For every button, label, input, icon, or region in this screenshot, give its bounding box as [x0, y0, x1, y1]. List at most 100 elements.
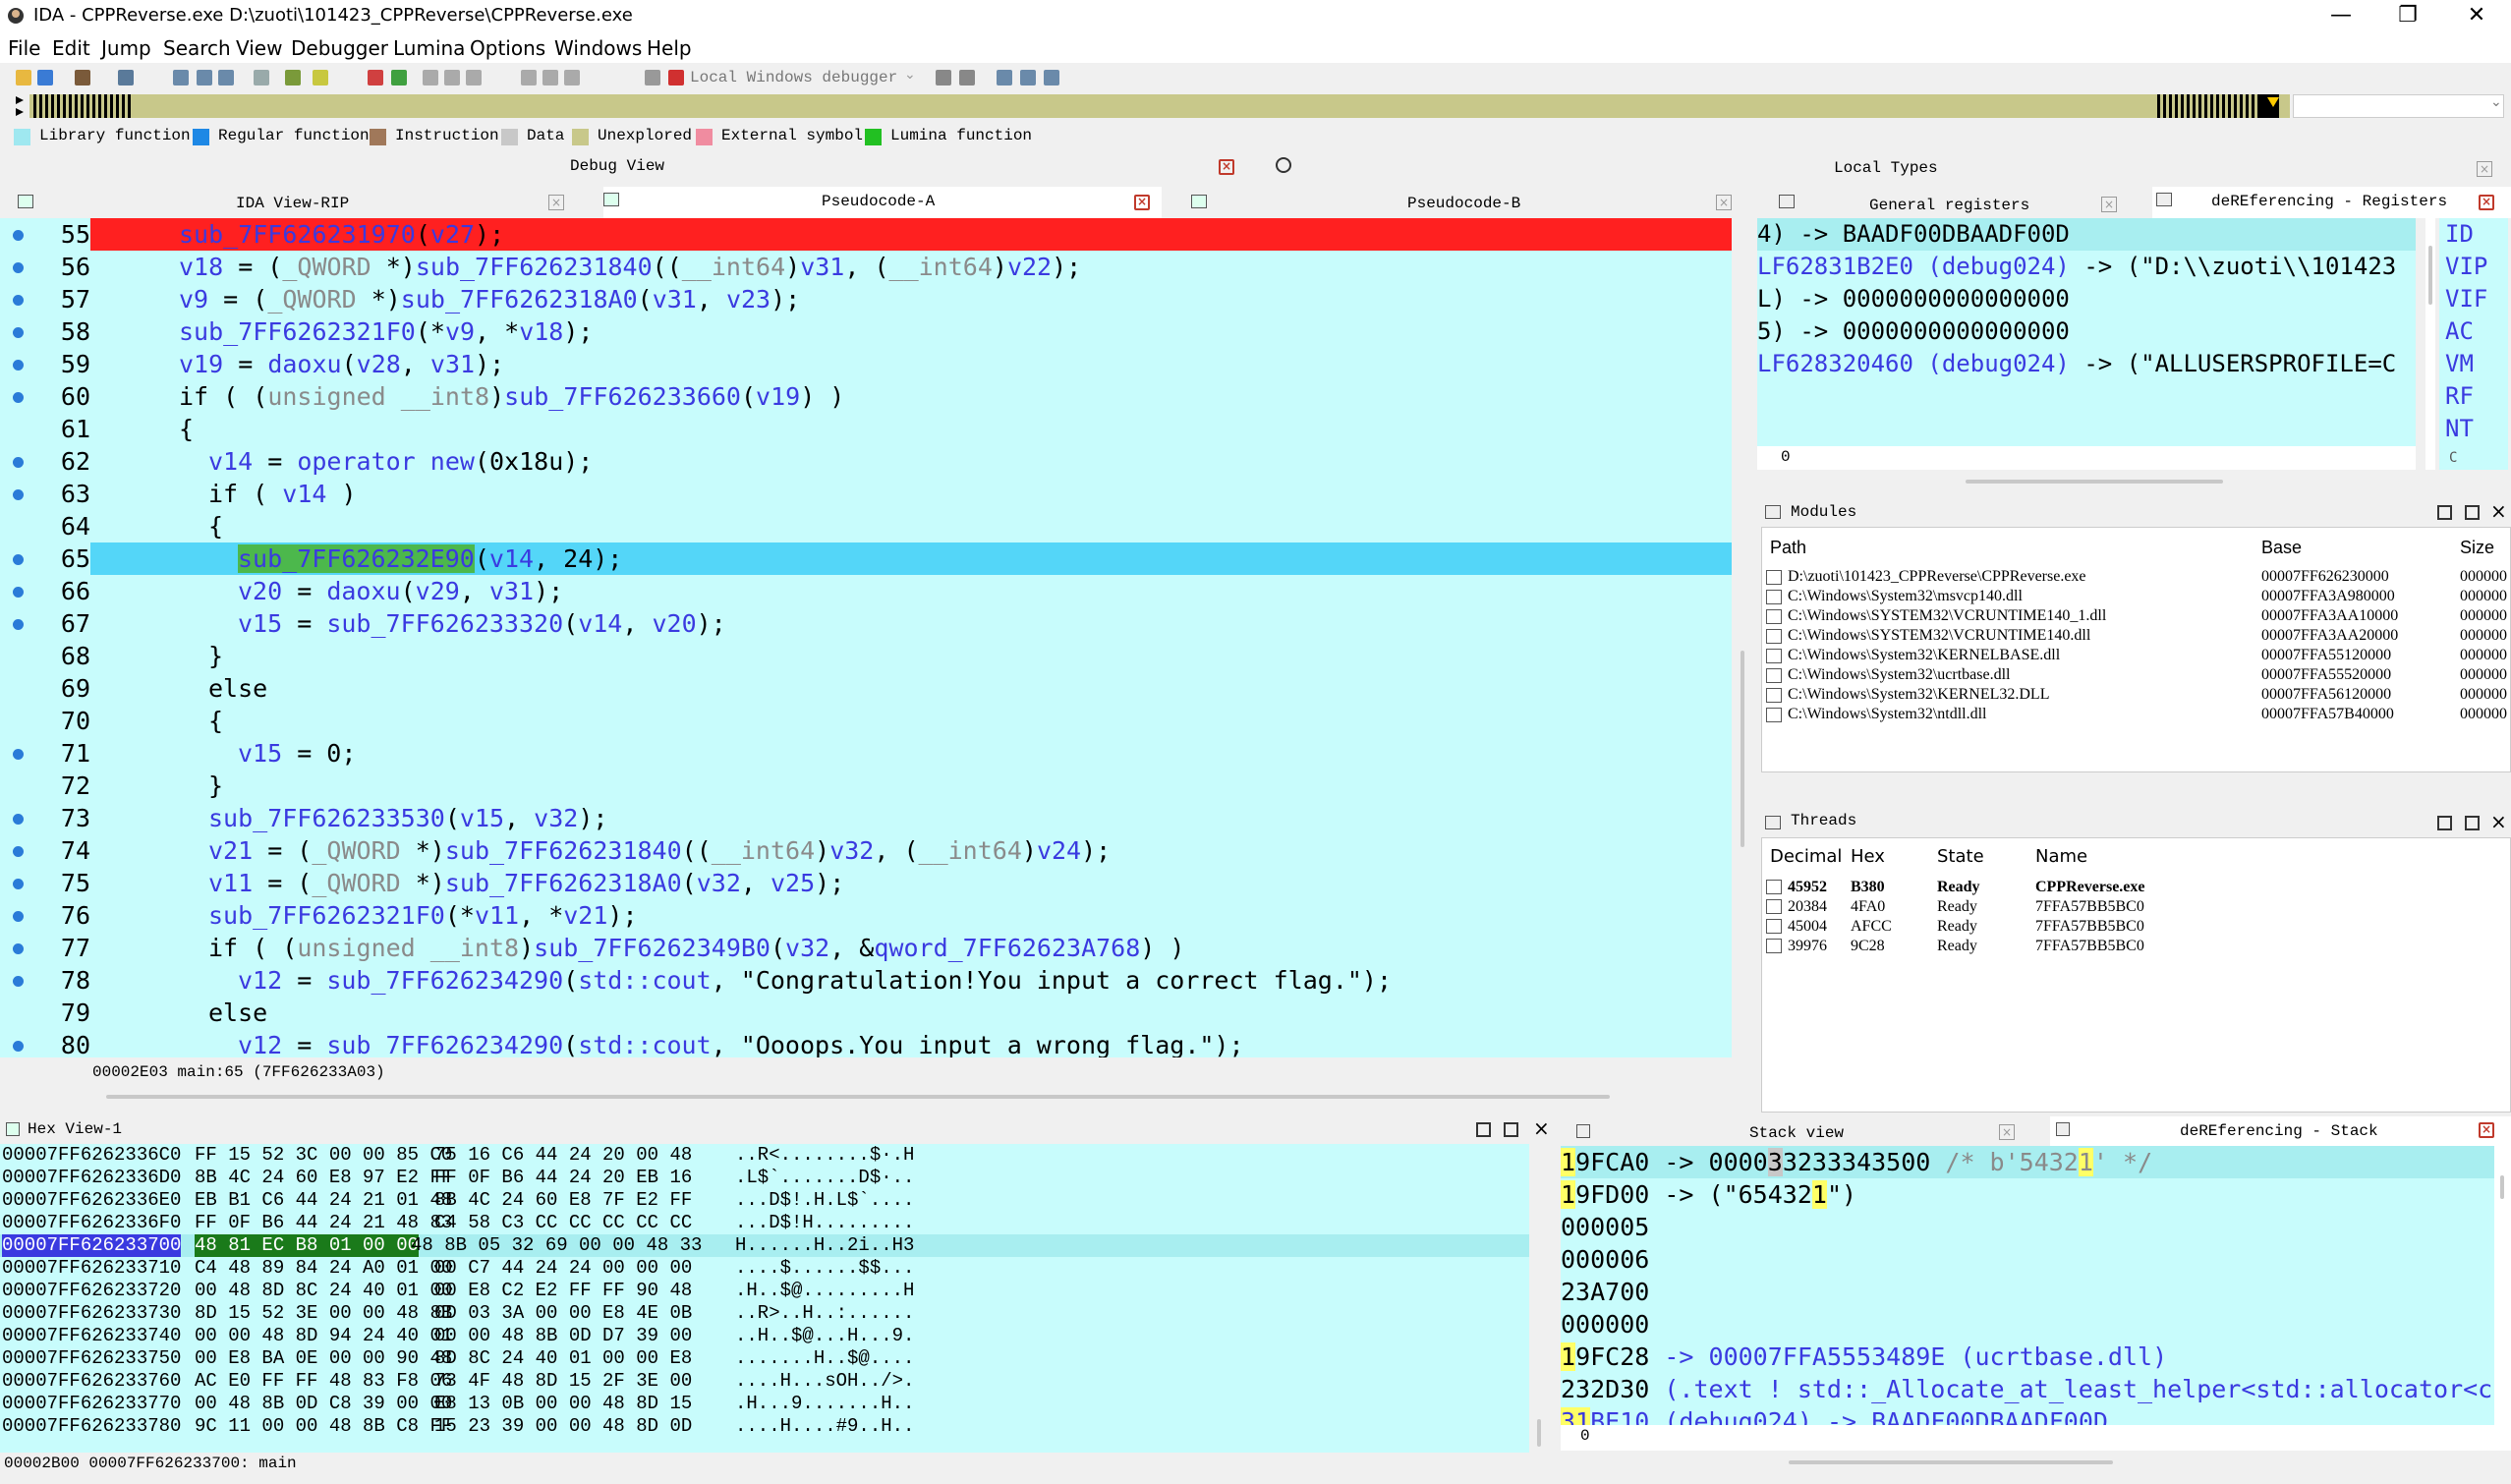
register-flag[interactable]: ID — [2445, 220, 2474, 248]
close-window-button[interactable]: ✕ — [2445, 0, 2508, 33]
stack-hscroll[interactable] — [1789, 1460, 2113, 1464]
names-icon[interactable] — [313, 70, 328, 86]
register-line[interactable]: 4) -> BAADF00DBAADF00D — [1757, 218, 2416, 251]
module-row[interactable]: C:\Windows\System32\KERNEL32.DLL 00007FFA… — [1766, 685, 2510, 705]
menu-debugger[interactable]: Debugger — [291, 36, 388, 60]
nav-band-select[interactable] — [2293, 94, 2504, 118]
breakpoint-dot[interactable] — [13, 587, 24, 598]
stack-line[interactable]: 000006 — [1561, 1243, 2494, 1276]
maximize-button[interactable]: ❐ — [2376, 0, 2439, 33]
code-line[interactable]: 62 v14 = operator new(0x18u); — [0, 445, 1732, 478]
text-search-icon[interactable] — [197, 70, 212, 86]
code-line[interactable]: 64 { — [0, 510, 1732, 542]
register-flag[interactable]: VM — [2445, 350, 2474, 377]
code-line[interactable]: 61 { — [0, 413, 1732, 445]
patch-icon[interactable] — [564, 70, 580, 86]
hex-row[interactable]: 00007FF6262336F0 FF 0F B6 44 24 21 48 83 C… — [0, 1212, 1529, 1234]
lumina-icon[interactable] — [391, 70, 407, 86]
struct-icon[interactable] — [466, 70, 482, 86]
register-flag[interactable]: RF — [2445, 382, 2474, 410]
breakpoint-dot[interactable] — [13, 943, 24, 954]
breakpoint-dot[interactable] — [13, 976, 24, 987]
close-icon[interactable]: × — [2479, 1122, 2494, 1138]
array-icon[interactable] — [521, 70, 537, 86]
nav-band-bar[interactable] — [29, 94, 2290, 118]
module-row[interactable]: C:\Windows\System32\msvcp140.dll 00007FFA… — [1766, 587, 2510, 606]
scroll-thumb[interactable] — [1537, 1419, 1541, 1447]
tab-stack-view[interactable]: Stack view — [1749, 1124, 1844, 1142]
stack-line[interactable]: 23A700 — [1561, 1276, 2494, 1308]
breakpoint-dot[interactable] — [13, 230, 24, 241]
hex-row[interactable]: 00007FF6262336E0 EB B1 C6 44 24 21 01 48 8… — [0, 1189, 1529, 1212]
tab-pseudocode-a[interactable]: Pseudocode-A — [822, 193, 935, 210]
breakpoint-dot[interactable] — [13, 814, 24, 825]
save-icon[interactable] — [37, 70, 53, 86]
restore-pane-icon[interactable] — [1504, 1122, 1518, 1137]
forward-icon[interactable] — [118, 70, 134, 86]
breakpoint-dot[interactable] — [13, 554, 24, 565]
code-line[interactable]: 59 v19 = daoxu(v28, v31); — [0, 348, 1732, 380]
code-line[interactable]: 70 { — [0, 705, 1732, 737]
graph-icon[interactable] — [254, 70, 269, 86]
hex-row[interactable]: 00007FF6262336C0 FF 15 52 3C 00 00 85 C0 7… — [0, 1144, 1529, 1167]
breakpoint-dot[interactable] — [13, 879, 24, 889]
close-icon[interactable]: × — [1533, 1116, 1550, 1140]
module-row[interactable]: C:\Windows\System32\ntdll.dll 00007FFA57B… — [1766, 705, 2510, 724]
code-line[interactable]: 78 v12 = sub_7FF626234290(std::cout, "Con… — [0, 964, 1732, 997]
hex-row[interactable]: 00007FF626233750 00 E8 BA 0E 00 00 90 48 8… — [0, 1347, 1529, 1370]
register-line[interactable]: L) -> 0000000000000000 — [1757, 283, 2416, 315]
jump-icon[interactable] — [285, 70, 301, 86]
stack-line[interactable]: 000000 — [1561, 1308, 2494, 1341]
reg-hscroll[interactable] — [1966, 480, 2223, 484]
stack-line[interactable]: 232D30 (.text ! std::_Allocate_at_least_… — [1561, 1373, 2494, 1405]
pause-icon[interactable] — [645, 70, 660, 86]
scroll-thumb[interactable] — [2428, 246, 2432, 305]
register-line[interactable]: 5) -> 0000000000000000 — [1757, 315, 2416, 348]
code-line[interactable]: 75 v11 = (_QWORD *)sub_7FF6262318A0(v32, … — [0, 867, 1732, 899]
module-row[interactable]: C:\Windows\System32\ucrtbase.dll 00007FFA… — [1766, 665, 2510, 685]
code-line[interactable]: 55 sub_7FF626231970(v27); — [0, 218, 1732, 251]
list-icon[interactable] — [1020, 70, 1036, 86]
hex-row[interactable]: 00007FF626233740 00 00 48 8D 94 24 40 01 0… — [0, 1325, 1529, 1347]
maximize-pane-icon[interactable] — [2437, 816, 2452, 830]
register-flag[interactable]: AC — [2445, 317, 2474, 345]
menu-search[interactable]: Search — [163, 36, 231, 60]
code-line[interactable]: 60 if ( (unsigned __int8)sub_7FF626233660… — [0, 380, 1732, 413]
seq-search-icon[interactable] — [218, 70, 234, 86]
binary-icon[interactable] — [173, 70, 189, 86]
code-line[interactable]: 71 v15 = 0; — [0, 737, 1732, 770]
breakpoint-dot[interactable] — [13, 749, 24, 760]
threads-list[interactable]: Decimal Hex State Name 45952 B380 Ready CPPReve… — [1761, 837, 2511, 1113]
close-icon[interactable]: × — [1219, 159, 1234, 175]
hex-row[interactable]: 00007FF626233770 00 48 8B 0D C8 39 00 00 E… — [0, 1393, 1529, 1415]
module-row[interactable]: D:\zuoti\101423_CPPReverse\CPPReverse.ex… — [1766, 567, 2510, 587]
stack-line[interactable]: 000005 — [1561, 1211, 2494, 1243]
menu-view[interactable]: View — [236, 36, 282, 60]
code-line[interactable]: 74 v21 = (_QWORD *)sub_7FF626231840((__in… — [0, 834, 1732, 867]
debugger-select[interactable]: Local Windows debugger — [690, 69, 897, 86]
menu-help[interactable]: Help — [647, 36, 692, 60]
code-scrollbar[interactable] — [1732, 218, 1747, 1057]
nav-arrows-icon[interactable] — [14, 94, 26, 118]
breakpoint-dot[interactable] — [13, 619, 24, 630]
scroll-thumb[interactable] — [2500, 1175, 2504, 1199]
menu-jump[interactable]: Jump — [101, 36, 151, 60]
code-line[interactable]: 80 v12 = sub_7FF626234290(std::cout, "Ooo… — [0, 1029, 1732, 1057]
thread-row[interactable]: 45952 B380 Ready CPPReverse.exe — [1766, 878, 2510, 897]
menu-file[interactable]: File — [8, 36, 40, 60]
hex-scrollbar[interactable] — [1529, 1144, 1551, 1453]
code-line[interactable]: 66 v20 = daoxu(v29, v31); — [0, 575, 1732, 607]
breakpoint-dot[interactable] — [13, 1041, 24, 1052]
code-icon[interactable] — [423, 70, 438, 86]
stack-scrollbar[interactable] — [2494, 1146, 2511, 1425]
maximize-pane-icon[interactable] — [2437, 505, 2452, 520]
deref-stack-view[interactable]: 19FCA0 -> 000033233343500 /* b'54321' */… — [1561, 1146, 2494, 1425]
restore-pane-icon[interactable] — [2465, 816, 2480, 830]
code-line[interactable]: 67 v15 = sub_7FF626233320(v14, v20); — [0, 607, 1732, 640]
step-icon[interactable] — [1044, 70, 1059, 86]
hex-row[interactable]: 00007FF626233710 C4 48 89 84 24 A0 01 00 0… — [0, 1257, 1529, 1280]
close-icon[interactable]: × — [548, 195, 564, 210]
close-icon[interactable]: × — [2490, 499, 2507, 523]
code-line[interactable]: 65 sub_7FF626232E90(v14, 24); — [0, 542, 1732, 575]
minimize-button[interactable]: — — [2310, 0, 2372, 33]
